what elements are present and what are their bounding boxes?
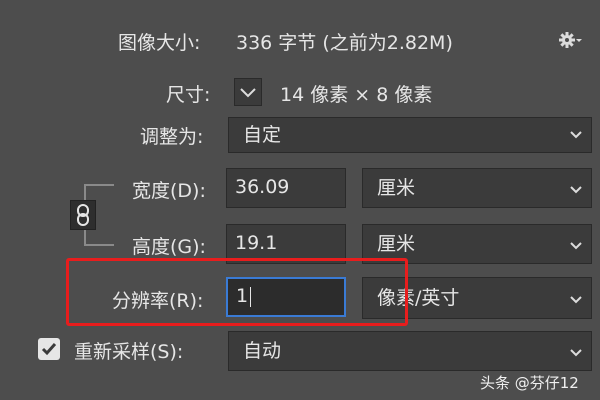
- chain-link-icon: [77, 204, 89, 226]
- resample-selected: 自动: [243, 340, 282, 362]
- watermark: 头条 @芬仔12: [480, 374, 579, 392]
- dimensions-dropdown[interactable]: [234, 78, 262, 106]
- chevron-down-icon: [240, 88, 256, 98]
- dimensions-value: 14 像素 × 8 像素: [280, 84, 433, 106]
- image-size-label: 图像大小:: [118, 32, 201, 54]
- height-label: 高度(G):: [132, 236, 206, 258]
- resample-label: 重新采样(S):: [74, 341, 184, 363]
- resample-checkbox[interactable]: [38, 338, 60, 360]
- constrain-proportions-button[interactable]: [70, 200, 96, 230]
- checkmark-icon: [41, 343, 57, 356]
- fit-to-selected: 自定: [243, 124, 282, 146]
- chevron-down-icon: [570, 131, 582, 139]
- fit-to-select[interactable]: 自定: [228, 117, 592, 153]
- resample-select[interactable]: 自动: [228, 331, 592, 371]
- chevron-down-icon: [570, 186, 582, 194]
- chevron-down-icon: [570, 349, 582, 357]
- fit-to-label: 调整为:: [140, 126, 204, 148]
- height-unit-selected: 厘米: [377, 233, 416, 255]
- image-size-value: 336 字节 (之前为2.82M): [236, 32, 453, 54]
- width-unit-selected: 厘米: [377, 177, 416, 199]
- chevron-down-icon: [570, 296, 582, 304]
- width-input[interactable]: 36.09: [226, 168, 346, 208]
- dimensions-label: 尺寸:: [166, 84, 211, 106]
- chevron-down-icon: [570, 242, 582, 250]
- width-label: 宽度(D):: [132, 180, 206, 202]
- resolution-highlight-box: [66, 258, 408, 326]
- gear-icon[interactable]: [558, 30, 584, 50]
- width-unit-select[interactable]: 厘米: [362, 168, 592, 208]
